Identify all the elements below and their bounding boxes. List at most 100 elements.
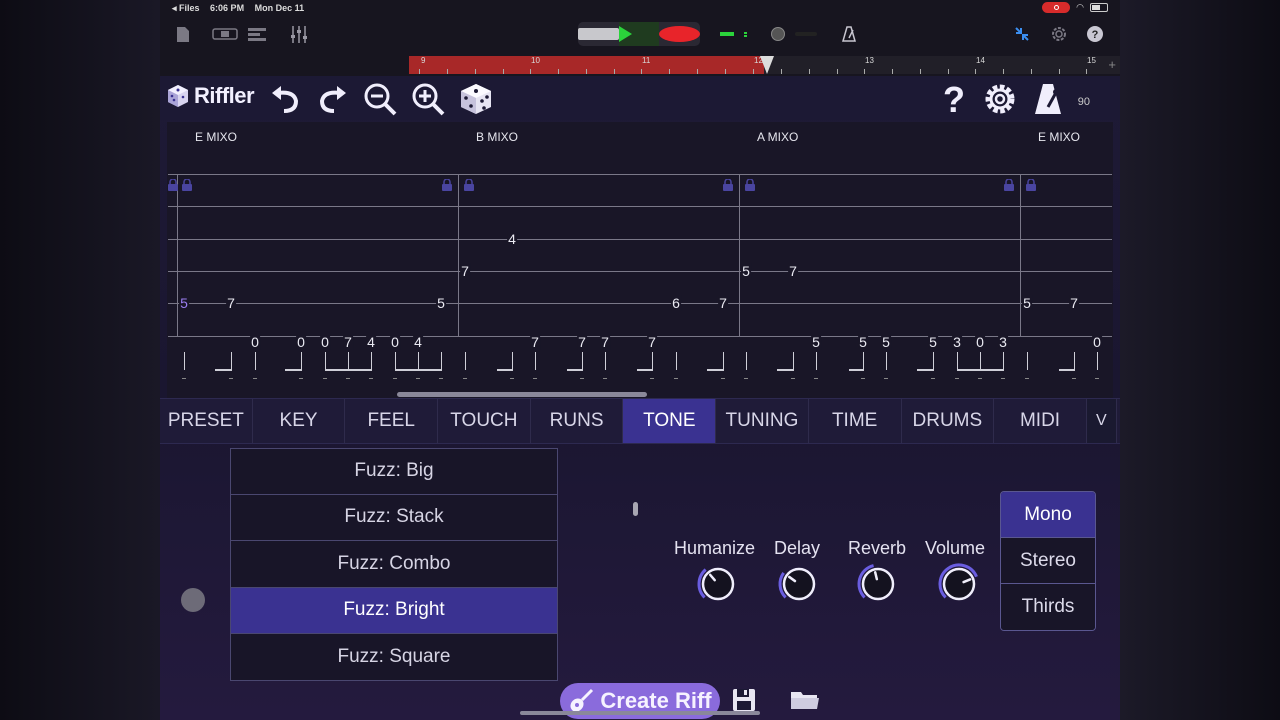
horizontal-scrollbar[interactable] (397, 392, 647, 397)
tone-preset-item[interactable]: Fuzz: Big (230, 448, 558, 495)
tab-tone[interactable]: TONE (623, 399, 717, 443)
lock-icon[interactable] (441, 179, 453, 191)
tab-note[interactable]: 3 (998, 333, 1008, 350)
zoom-in-icon[interactable] (410, 81, 446, 117)
tab-note[interactable]: 5 (436, 295, 446, 312)
tab-tuning[interactable]: TUNING (716, 399, 809, 443)
tab-note[interactable]: 7 (1069, 295, 1079, 312)
screen-recording-icon[interactable] (1042, 2, 1071, 13)
tab-midi[interactable]: MIDI (994, 399, 1087, 443)
tab-v[interactable]: V (1086, 399, 1117, 443)
playhead[interactable] (760, 56, 774, 74)
tab-note[interactable]: 5 (881, 333, 891, 350)
help-icon[interactable]: ? (1086, 25, 1104, 43)
tone-preset-item[interactable]: Fuzz: Stack (230, 494, 558, 541)
tab-note[interactable]: 3 (952, 333, 962, 350)
tab-note[interactable]: 0 (320, 333, 330, 350)
view-toggle-icon[interactable] (212, 28, 238, 40)
stop-button[interactable] (578, 22, 619, 46)
play-button[interactable] (618, 22, 660, 46)
tab-note[interactable]: 7 (577, 333, 587, 350)
lock-icon[interactable] (1025, 179, 1037, 191)
tab-note[interactable]: 6 (671, 295, 681, 312)
tab-note[interactable]: 0 (250, 333, 260, 350)
zoom-out-icon[interactable] (362, 81, 398, 117)
lock-icon[interactable] (1003, 179, 1015, 191)
lock-icon[interactable] (744, 179, 756, 191)
tab-note[interactable]: 5 (858, 333, 868, 350)
settings-icon[interactable] (982, 81, 1018, 117)
tab-note[interactable]: 4 (366, 333, 376, 350)
tab-note[interactable]: 4 (507, 230, 517, 247)
volume-slider-track[interactable] (795, 32, 817, 36)
mixer-icon[interactable] (290, 26, 308, 43)
tab-note[interactable]: 7 (647, 333, 657, 350)
tab-note[interactable]: 4 (413, 333, 423, 350)
tab-touch[interactable]: TOUCH (438, 399, 531, 443)
scroll-indicator[interactable] (633, 502, 638, 516)
lock-icon[interactable] (167, 179, 179, 191)
tab-note[interactable]: 7 (718, 295, 728, 312)
tab-note[interactable]: 7 (788, 262, 798, 279)
side-handle[interactable] (181, 588, 205, 612)
tab-note[interactable]: 7 (530, 333, 540, 350)
tab-time[interactable]: TIME (809, 399, 902, 443)
tab-note[interactable]: 0 (1092, 333, 1102, 350)
tab-drums[interactable]: DRUMS (902, 399, 995, 443)
tab-feel[interactable]: FEEL (345, 399, 439, 443)
tab-note[interactable]: 5 (928, 333, 938, 350)
tone-preset-item[interactable]: Fuzz: Bright (230, 587, 558, 634)
rhythm-dot (510, 378, 514, 379)
knob-reverb[interactable] (856, 562, 900, 606)
tab-preset[interactable]: PRESET (160, 399, 253, 443)
mode-thirds[interactable]: Thirds (1001, 584, 1095, 630)
document-icon[interactable] (176, 26, 190, 43)
tablature-view[interactable]: E MIXO B MIXO A MIXO E MIXO 570007404547… (167, 122, 1113, 398)
mode-stereo[interactable]: Stereo (1001, 538, 1095, 584)
tab-note[interactable]: 0 (390, 333, 400, 350)
tab-note[interactable]: 7 (600, 333, 610, 350)
tracks-view-icon[interactable] (248, 27, 266, 41)
home-indicator[interactable] (520, 711, 760, 715)
metronome-toggle-icon[interactable] (1030, 81, 1066, 117)
loop-browser-icon[interactable] (1014, 26, 1030, 42)
settings-gear-icon[interactable] (1050, 25, 1068, 43)
redo-icon[interactable] (314, 81, 350, 117)
randomize-dice-icon[interactable] (458, 81, 494, 117)
tab-note[interactable]: 5 (1022, 295, 1032, 312)
lock-icon[interactable] (181, 179, 193, 191)
master-volume-knob[interactable] (771, 27, 785, 41)
tab-key[interactable]: KEY (253, 399, 346, 443)
open-folder-icon[interactable] (790, 689, 820, 711)
knob-delay[interactable] (777, 562, 821, 606)
timeline-ruler[interactable]: 9 10 11 12 13 14 15 + (409, 56, 1120, 74)
undo-icon[interactable] (268, 81, 304, 117)
tab-note[interactable]: 7 (460, 262, 470, 279)
knob-humanize[interactable] (696, 562, 740, 606)
tab-note[interactable]: 5 (179, 295, 189, 312)
record-button[interactable] (659, 22, 701, 46)
knob-volume[interactable] (937, 562, 981, 606)
tone-preset-item[interactable]: Fuzz: Combo (230, 541, 558, 588)
metronome-icon[interactable] (842, 26, 856, 42)
tone-preset-item[interactable]: Fuzz: Square (230, 634, 558, 681)
tab-runs[interactable]: RUNS (531, 399, 624, 443)
rhythm-dot (814, 378, 818, 379)
rhythm-dot (182, 378, 186, 379)
tab-note[interactable]: 0 (296, 333, 306, 350)
help-question-icon[interactable]: ? (936, 81, 972, 117)
tab-note[interactable]: 0 (975, 333, 985, 350)
tab-note[interactable]: 5 (741, 262, 751, 279)
back-to-files-link[interactable]: ◂ Files (172, 3, 200, 13)
svg-text:?: ? (1092, 29, 1099, 41)
tab-note[interactable]: 7 (343, 333, 353, 350)
tab-note[interactable]: 5 (811, 333, 821, 350)
lock-icon[interactable] (463, 179, 475, 191)
lock-icon[interactable] (722, 179, 734, 191)
tab-note[interactable]: 7 (226, 295, 236, 312)
mode-mono[interactable]: Mono (1001, 492, 1095, 538)
add-section-icon[interactable]: + (1108, 57, 1116, 72)
save-icon[interactable] (732, 688, 756, 712)
left-letterbox (0, 0, 160, 720)
rhythm-dot (1025, 378, 1029, 379)
